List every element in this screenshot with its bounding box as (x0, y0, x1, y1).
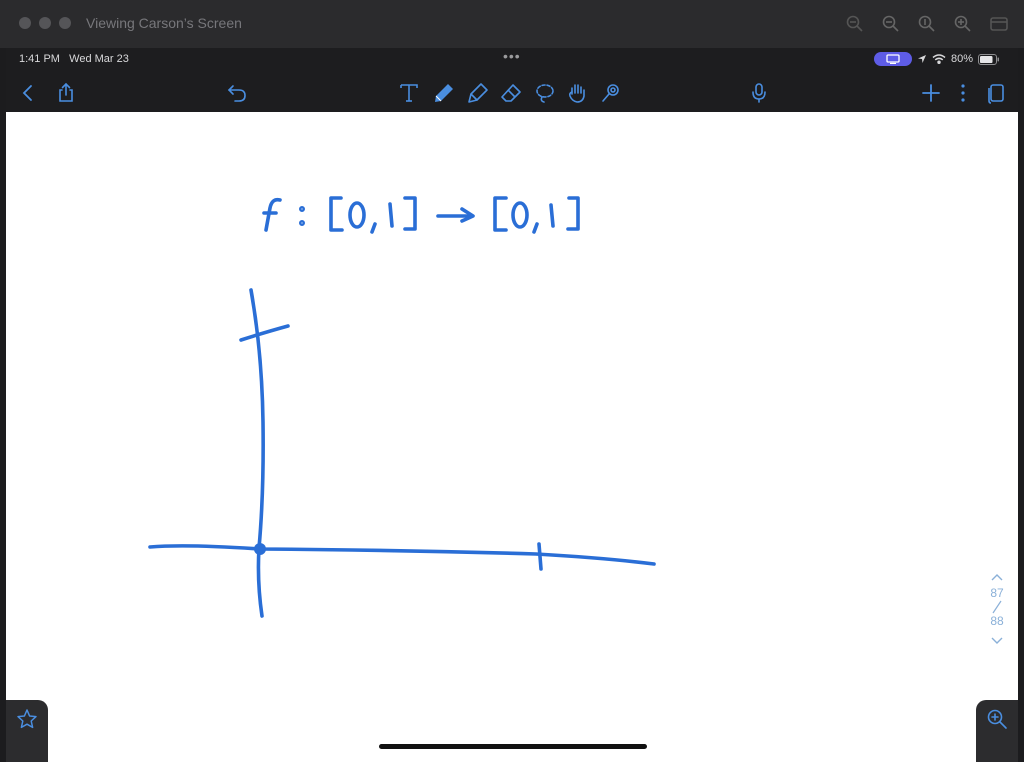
wifi-icon (932, 54, 946, 64)
zoom-out-dim-icon[interactable] (844, 13, 866, 35)
zoom-in-icon[interactable] (952, 13, 974, 35)
zoom-window-button[interactable] (59, 17, 71, 29)
microphone-icon[interactable] (746, 80, 772, 106)
window-titlebar: Viewing Carson’s Screen (0, 0, 1024, 48)
undo-icon[interactable] (224, 80, 250, 106)
zoom-fit-icon[interactable] (916, 13, 938, 35)
lasso-tool-icon[interactable] (532, 80, 558, 106)
favorites-panel[interactable] (6, 700, 48, 762)
status-right: 80% (873, 52, 1000, 66)
page-separator-icon (982, 600, 1012, 614)
pages-icon[interactable] (983, 80, 1009, 106)
notes-toolbar (6, 72, 1018, 112)
ipad-screen: 1:41 PM Wed Mar 23 ••• 80% 87 88 (6, 48, 1018, 762)
text-tool-icon[interactable] (396, 80, 422, 106)
share-icon[interactable] (53, 80, 79, 106)
page-down-icon[interactable] (982, 634, 1012, 650)
highlighter-tool-icon[interactable] (465, 80, 491, 106)
minimize-window-button[interactable] (39, 17, 51, 29)
more-icon[interactable] (950, 80, 976, 106)
total-pages-number: 88 (990, 614, 1004, 628)
page-navigator: 87 88 (982, 570, 1012, 650)
zoom-in-icon[interactable] (986, 708, 1008, 730)
note-page[interactable]: 87 88 (6, 112, 1018, 762)
home-indicator[interactable] (379, 744, 647, 749)
zoom-panel[interactable] (976, 700, 1018, 762)
back-icon[interactable] (15, 80, 41, 106)
hand-tool-icon[interactable] (564, 80, 590, 106)
window-icon[interactable] (988, 13, 1010, 35)
laser-pointer-icon[interactable] (598, 80, 624, 106)
status-bar: 1:41 PM Wed Mar 23 ••• 80% (6, 48, 1018, 72)
status-date-text: Wed Mar 23 (69, 53, 129, 65)
zoom-out-icon[interactable] (880, 13, 902, 35)
status-time-text: 1:41 PM (19, 53, 60, 65)
window-title: Viewing Carson’s Screen (86, 15, 242, 31)
pen-tool-icon[interactable] (431, 80, 457, 106)
close-window-button[interactable] (19, 17, 31, 29)
origin-dot (254, 543, 266, 555)
handwritten-formula (262, 196, 580, 234)
location-icon (917, 55, 926, 63)
battery-percent: 80% (950, 53, 973, 65)
current-page-number: 87 (990, 586, 1004, 600)
handwritten-axes (148, 288, 656, 618)
window-tools (844, 13, 1010, 35)
battery-icon (978, 53, 999, 65)
star-icon[interactable] (16, 708, 38, 730)
eraser-tool-icon[interactable] (498, 80, 524, 106)
page-up-icon[interactable] (982, 570, 1012, 586)
screen-share-icon[interactable] (873, 52, 912, 66)
handwriting-canvas[interactable] (6, 112, 1018, 762)
status-time: 1:41 PM Wed Mar 23 (19, 53, 129, 65)
multitasking-dots-icon[interactable]: ••• (503, 48, 521, 64)
add-page-icon[interactable] (918, 80, 944, 106)
